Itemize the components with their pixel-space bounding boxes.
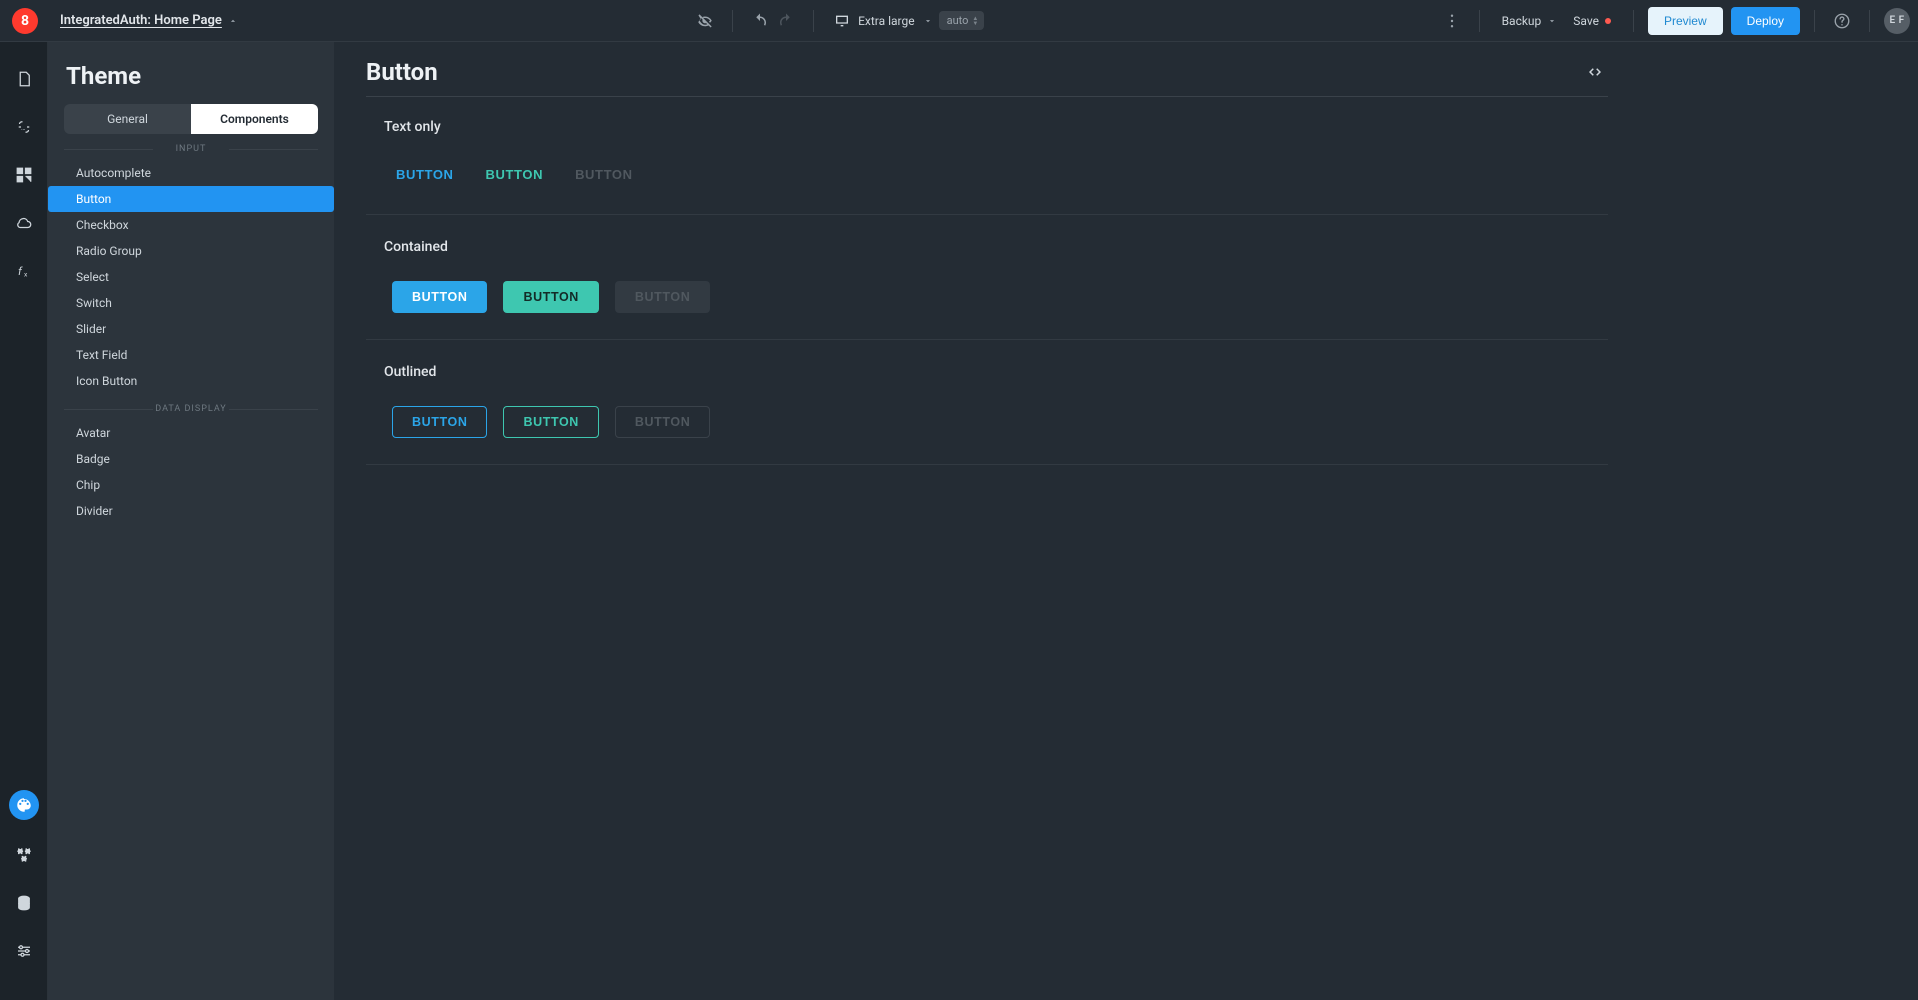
undo-icon[interactable] (747, 8, 773, 34)
svg-text:…: … (21, 124, 26, 132)
theme-icon[interactable] (9, 790, 39, 820)
main-panel: Button Text only BUTTON BUTTON BUTTON Contai… (334, 42, 1918, 1000)
demo-text-primary-button[interactable]: BUTTON (392, 161, 458, 188)
chevron-down-icon (923, 16, 933, 26)
sidebar-item-radio-group[interactable]: Radio Group (48, 238, 334, 264)
cloud-icon[interactable] (11, 210, 37, 236)
backup-label: Backup (1502, 14, 1542, 28)
demo-contained-secondary-button[interactable]: BUTTON (503, 281, 598, 313)
tab-components[interactable]: Components (191, 104, 318, 134)
pages-icon[interactable] (11, 66, 37, 92)
assets-icon[interactable] (11, 842, 37, 868)
left-rail: … fx (0, 42, 48, 1000)
chevron-down-icon (1547, 16, 1557, 26)
section-title: Outlined (384, 364, 1608, 380)
page-title: Button (366, 58, 438, 86)
data-icon[interactable] (11, 890, 37, 916)
demo-contained-disabled-button: BUTTON (615, 281, 710, 313)
help-icon[interactable] (1829, 8, 1855, 34)
breadcrumb-text: IntegratedAuth: Home Page (60, 13, 222, 28)
sidebar-item-chip[interactable]: Chip (48, 472, 334, 498)
unsaved-indicator (1605, 18, 1611, 24)
demo-contained-primary-button[interactable]: BUTTON (392, 281, 487, 313)
preview-button[interactable]: Preview (1648, 7, 1723, 35)
demo-outlined-secondary-button[interactable]: BUTTON (503, 406, 598, 438)
section-title: Text only (384, 119, 1608, 135)
demo-text-secondary-button[interactable]: BUTTON (482, 161, 548, 188)
theme-sidebar: Theme General Components INPUT Autocomple… (48, 42, 334, 1000)
sidebar-title: Theme (66, 62, 316, 90)
functions-icon[interactable]: fx (11, 258, 37, 284)
sidebar-item-select[interactable]: Select (48, 264, 334, 290)
section-title: Contained (384, 239, 1608, 255)
sidebar-group-header: INPUT (64, 144, 318, 154)
sidebar-item-badge[interactable]: Badge (48, 446, 334, 472)
redo-icon[interactable] (773, 8, 799, 34)
sidebar-item-slider[interactable]: Slider (48, 316, 334, 342)
svg-text:x: x (24, 270, 28, 278)
demo-text-disabled-button: BUTTON (571, 161, 637, 188)
divider (366, 464, 1608, 465)
svg-text:f: f (18, 265, 23, 278)
code-toggle-icon[interactable] (1582, 59, 1608, 85)
button-row: BUTTON BUTTON BUTTON (392, 281, 1608, 313)
sidebar-item-text-field[interactable]: Text Field (48, 342, 334, 368)
stepper-arrows: ▲▼ (972, 16, 978, 26)
demo-outlined-disabled-button: BUTTON (615, 406, 710, 438)
user-avatar[interactable]: E F (1884, 8, 1910, 34)
sidebar-item-icon-button[interactable]: Icon Button (48, 368, 334, 394)
visibility-off-icon[interactable] (692, 8, 718, 34)
backup-button[interactable]: Backup (1494, 10, 1566, 32)
save-button[interactable]: Save (1565, 10, 1619, 32)
sidebar-item-switch[interactable]: Switch (48, 290, 334, 316)
button-row: BUTTON BUTTON BUTTON (392, 161, 1608, 188)
sidebar-item-avatar[interactable]: Avatar (48, 420, 334, 446)
chevron-up-icon (228, 16, 238, 26)
demo-outlined-primary-button[interactable]: BUTTON (392, 406, 487, 438)
zoom-stepper[interactable]: auto ▲▼ (939, 11, 985, 30)
breadcrumb[interactable]: IntegratedAuth: Home Page (60, 13, 238, 28)
settings-sliders-icon[interactable] (11, 938, 37, 964)
sidebar-item-checkbox[interactable]: Checkbox (48, 212, 334, 238)
viewport-label: Extra large (858, 14, 915, 28)
zoom-value: auto (947, 14, 969, 27)
divider (366, 214, 1608, 215)
sidebar-group-header: DATA DISPLAY (64, 404, 318, 414)
logo-text: 8 (21, 13, 29, 29)
app-logo[interactable]: 8 (12, 8, 38, 34)
monitor-icon (834, 13, 850, 29)
save-label: Save (1573, 14, 1599, 28)
tab-general[interactable]: General (64, 104, 191, 134)
layers-icon[interactable] (11, 162, 37, 188)
sidebar-item-button[interactable]: Button (48, 186, 334, 212)
viewport-picker[interactable]: Extra large (828, 13, 939, 29)
avatar-initials: E F (1889, 15, 1904, 26)
more-icon[interactable] (1439, 8, 1465, 34)
button-row: BUTTON BUTTON BUTTON (392, 406, 1608, 438)
deploy-button[interactable]: Deploy (1731, 7, 1800, 35)
sidebar-tabs: General Components (64, 104, 318, 134)
divider (366, 339, 1608, 340)
state-icon[interactable]: … (11, 114, 37, 140)
sidebar-item-divider[interactable]: Divider (48, 498, 334, 524)
topbar: 8 IntegratedAuth: Home Page Extra large … (0, 0, 1918, 42)
sidebar-item-autocomplete[interactable]: Autocomplete (48, 160, 334, 186)
